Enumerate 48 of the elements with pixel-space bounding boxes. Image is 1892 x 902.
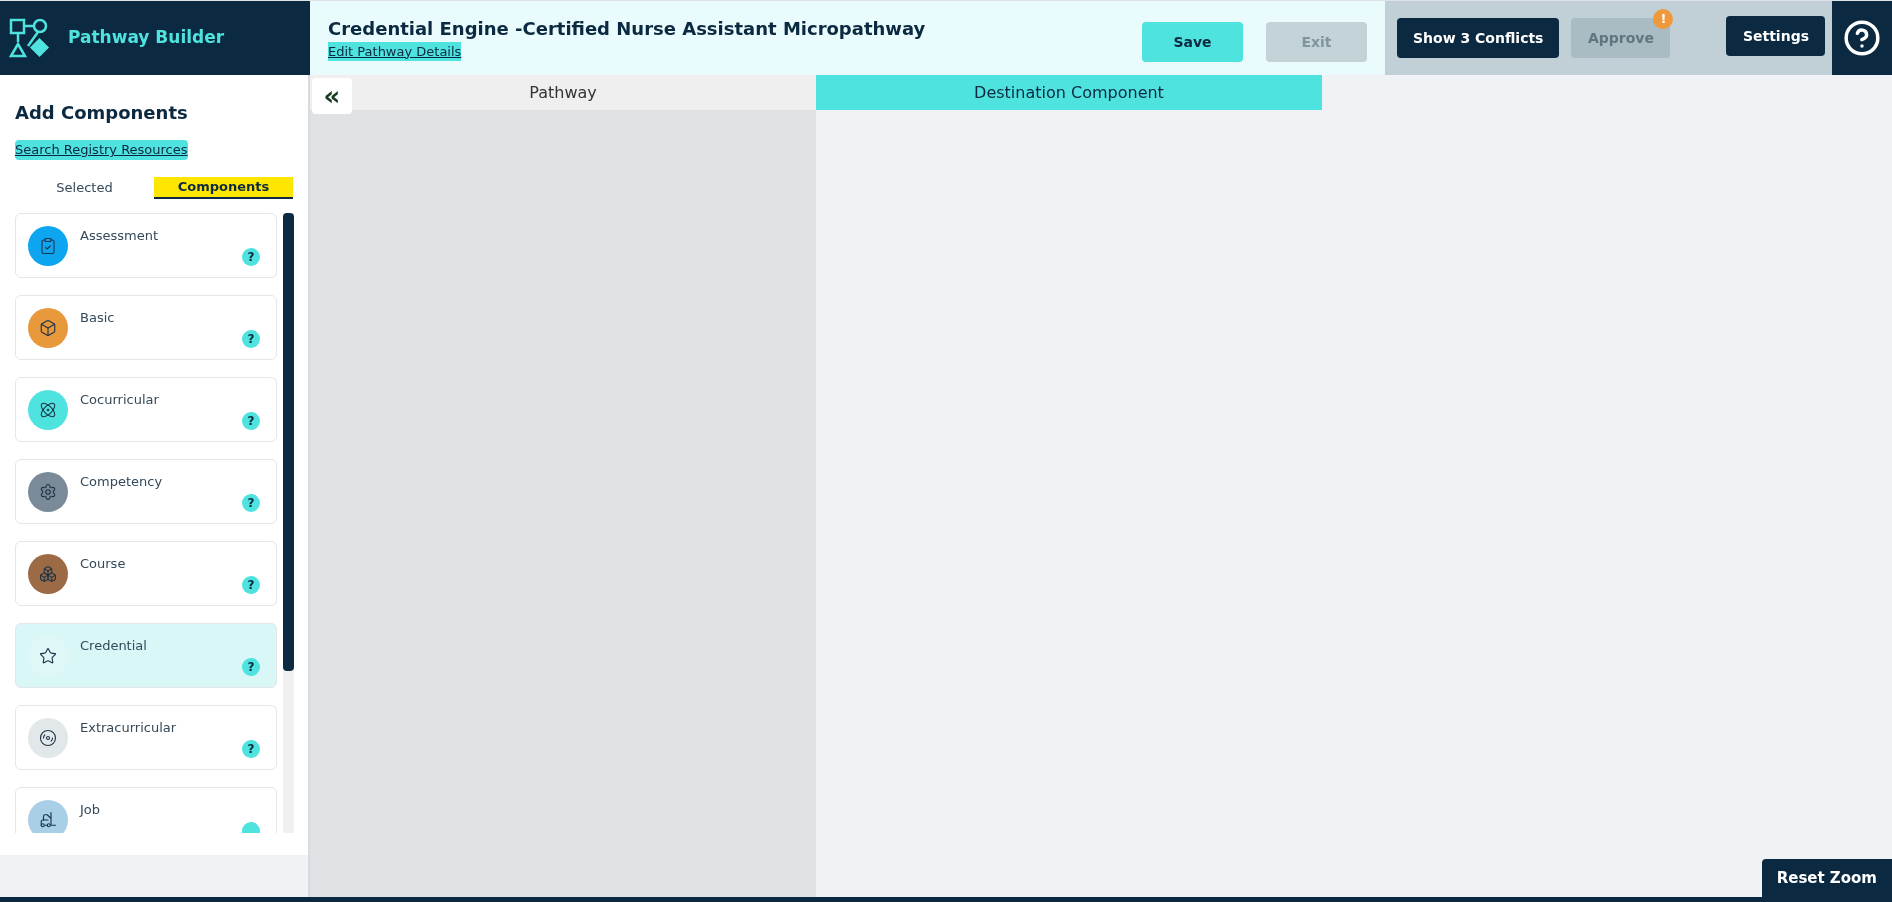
- help-badge[interactable]: ?: [242, 740, 260, 758]
- component-label: Assessment: [80, 227, 158, 245]
- component-card[interactable]: Basic ?: [15, 295, 277, 360]
- help-badge[interactable]: ?: [242, 494, 260, 512]
- clipboard-icon: [39, 236, 57, 255]
- help-icon[interactable]: [1843, 19, 1881, 57]
- atom-icon: [39, 400, 57, 419]
- component-card[interactable]: Assessment ?: [15, 213, 277, 278]
- help-badge[interactable]: ?: [242, 248, 260, 266]
- component-card[interactable]: Extracurricular ?: [15, 705, 277, 770]
- help-badge[interactable]: ?: [242, 576, 260, 594]
- warning-badge: !: [1653, 9, 1674, 29]
- gear-icon: [39, 482, 57, 501]
- pathway-title: Credential Engine -Certified Nurse Assistant Micropathway: [328, 16, 927, 41]
- component-label: Course: [80, 555, 126, 573]
- reset-zoom-button[interactable]: Reset Zoom: [1761, 859, 1892, 897]
- boxes-icon: [39, 564, 57, 583]
- star-icon: [39, 646, 57, 665]
- component-label: Basic: [80, 309, 115, 327]
- help-badge[interactable]: ?: [242, 658, 260, 676]
- help-badge[interactable]: ?: [242, 330, 260, 348]
- sidebar-title: Add Components: [15, 101, 189, 125]
- search-registry-link[interactable]: Search Registry Resources: [15, 140, 188, 160]
- component-label: Credential: [80, 637, 147, 655]
- toolbar-button[interactable]: Show 3 Conflicts: [1397, 18, 1560, 58]
- header-button[interactable]: Save: [1142, 22, 1243, 62]
- hand-truck-icon: [39, 810, 57, 829]
- component-card[interactable]: Competency ?: [15, 459, 277, 524]
- component-card[interactable]: Credential ?: [15, 623, 277, 688]
- edit-details-link[interactable]: Edit Pathway Details: [328, 41, 462, 62]
- component-card[interactable]: Course ?: [15, 541, 277, 606]
- component-card[interactable]: Job: [15, 787, 277, 833]
- component-label: Extracurricular: [80, 719, 177, 737]
- help-badge[interactable]: ?: [242, 412, 260, 430]
- sidebar-tab[interactable]: Components: [154, 177, 293, 199]
- toolbar-button[interactable]: Settings: [1726, 16, 1826, 56]
- component-label: Job: [80, 801, 101, 819]
- app-name: Pathway Builder: [68, 26, 225, 50]
- collapse-button[interactable]: «: [312, 78, 352, 114]
- component-label: Competency: [80, 473, 163, 491]
- scrollbar-thumb[interactable]: [283, 213, 294, 671]
- logo-icon: [8, 16, 52, 60]
- cube-icon: [39, 318, 57, 337]
- component-label: Cocurricular: [80, 391, 159, 409]
- sidebar-tab[interactable]: Selected: [15, 177, 154, 199]
- component-card[interactable]: Cocurricular ?: [15, 377, 277, 442]
- column-header: Destination Component: [816, 75, 1322, 110]
- disc-icon: [39, 728, 57, 747]
